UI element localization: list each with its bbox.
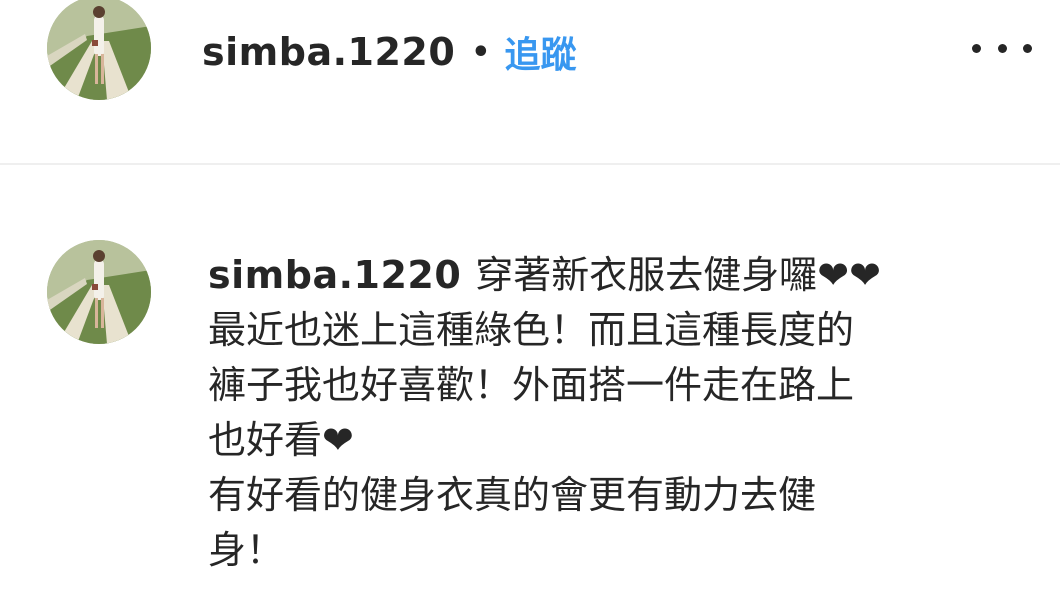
- caption-line: 也好看❤: [208, 418, 354, 462]
- more-dot: [972, 43, 981, 53]
- avatar-photo: [47, 240, 151, 344]
- caption-line-text: 穿著新衣服去健身囉❤❤: [475, 253, 881, 297]
- caption-text: simba.1220 穿著新衣服去健身囉❤❤ 最近也迷上這種綠色！而且這種長度的 …: [208, 248, 988, 578]
- avatar-photo: [47, 0, 151, 100]
- avatar[interactable]: [47, 0, 151, 100]
- caption-line: 身！: [208, 528, 285, 572]
- more-dot: [997, 43, 1007, 53]
- username-link[interactable]: simba.1220: [202, 30, 455, 74]
- caption-line: 最近也迷上這種綠色！而且這種長度的: [208, 308, 855, 352]
- more-options-icon[interactable]: [972, 30, 1032, 66]
- caption-line: simba.1220 穿著新衣服去健身囉❤❤: [208, 248, 988, 303]
- caption-line: 有好看的健身衣真的會更有動力去健: [208, 473, 817, 517]
- follow-button[interactable]: 追蹤: [504, 26, 576, 78]
- post-header-user: simba.1220 • 追蹤: [202, 26, 576, 78]
- separator-dot: •: [471, 34, 491, 70]
- comment-username-link[interactable]: simba.1220: [208, 253, 461, 297]
- post-header: simba.1220 • 追蹤: [0, 0, 1060, 163]
- more-dot: [1023, 43, 1032, 53]
- header-divider: [0, 163, 1060, 165]
- caption-line: 褲子我也好喜歡！外面搭一件走在路上: [208, 363, 855, 407]
- avatar[interactable]: [47, 240, 151, 344]
